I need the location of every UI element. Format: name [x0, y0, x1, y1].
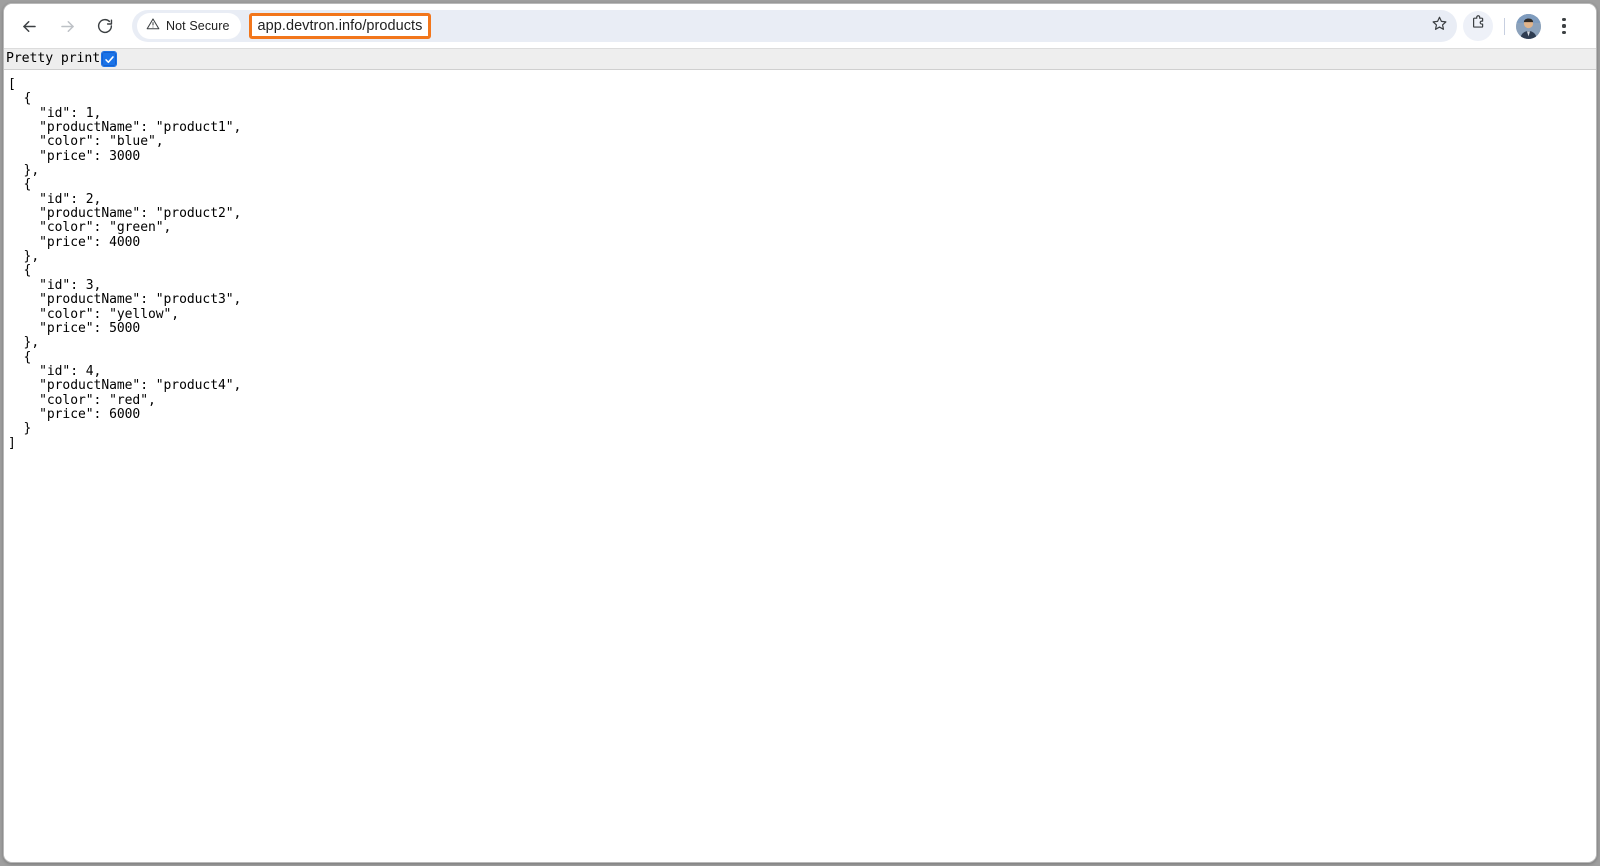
three-dot-menu-icon [1562, 18, 1566, 34]
toolbar-right-group [1463, 11, 1579, 41]
user-avatar-icon [1516, 13, 1541, 39]
toolbar-divider [1504, 17, 1505, 35]
url-highlight-annotation[interactable]: app.devtron.info/products [248, 13, 432, 39]
bookmark-button[interactable] [1424, 11, 1454, 41]
reload-button[interactable] [90, 11, 120, 41]
extensions-button[interactable] [1463, 11, 1493, 41]
back-button[interactable] [14, 11, 44, 41]
arrow-left-icon [20, 17, 39, 36]
json-viewer-body: [ { "id": 1, "productName": "product1", … [4, 70, 1596, 859]
forward-button[interactable] [52, 11, 82, 41]
reload-icon [96, 17, 114, 35]
puzzle-piece-icon [1470, 15, 1487, 37]
browser-menu-button[interactable] [1549, 11, 1579, 41]
site-security-chip[interactable]: Not Secure [137, 13, 241, 39]
avatar[interactable] [1516, 13, 1541, 39]
arrow-right-icon [58, 17, 77, 36]
warning-triangle-icon [146, 17, 160, 36]
pretty-print-checkbox[interactable] [101, 51, 118, 67]
url-text: app.devtron.info/products [257, 17, 423, 34]
bookmark-star-icon [1431, 15, 1448, 37]
pretty-print-label: Pretty print [6, 51, 101, 67]
pretty-print-bar: Pretty print [4, 49, 1596, 70]
checkmark-icon [104, 55, 114, 63]
address-bar[interactable]: Not Secure app.devtron.info/products [132, 10, 1457, 42]
site-security-label: Not Secure [166, 19, 230, 33]
browser-toolbar: Not Secure app.devtron.info/products [4, 4, 1596, 49]
browser-window: Not Secure app.devtron.info/products Pre… [3, 3, 1597, 863]
json-content: [ { "id": 1, "productName": "product1", … [8, 77, 242, 451]
